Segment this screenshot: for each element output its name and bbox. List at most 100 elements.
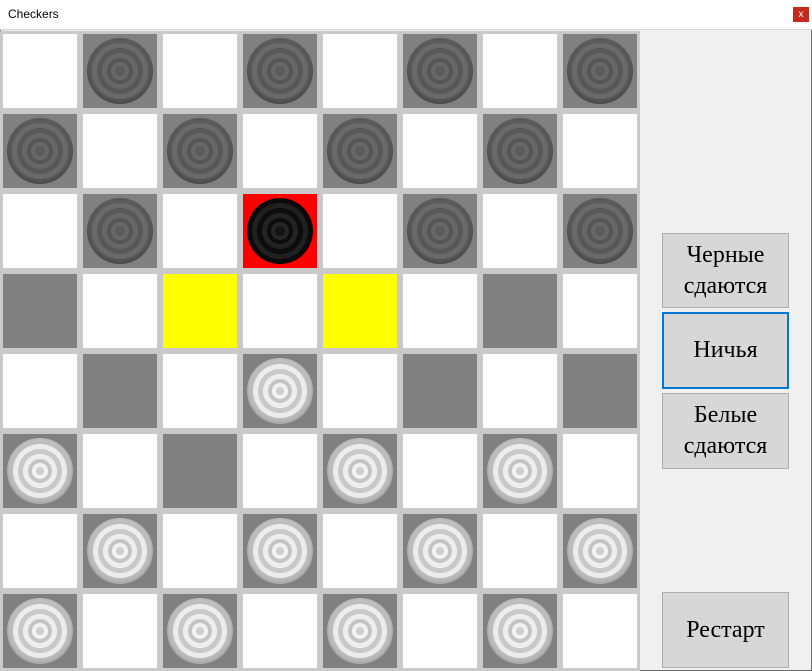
board-square-light[interactable]: [0, 191, 80, 271]
restart-button[interactable]: Рестарт: [662, 592, 789, 668]
black-checker[interactable]: [87, 38, 153, 104]
board-square-dark[interactable]: [480, 111, 560, 191]
board-square-dark[interactable]: [400, 31, 480, 111]
black-checker[interactable]: [247, 38, 313, 104]
black-surrender-button[interactable]: Черные сдаются: [662, 233, 789, 308]
board-square-light[interactable]: [160, 191, 240, 271]
board-square-dark[interactable]: [560, 511, 640, 591]
black-checker[interactable]: [327, 118, 393, 184]
board-square-light[interactable]: [160, 511, 240, 591]
board-square-dark[interactable]: [560, 31, 640, 111]
board-square-light[interactable]: [400, 431, 480, 511]
white-checker[interactable]: [487, 438, 553, 504]
black-checker-selected[interactable]: [247, 198, 313, 264]
black-checker[interactable]: [567, 38, 633, 104]
board-square-dark[interactable]: [320, 431, 400, 511]
white-checker[interactable]: [327, 598, 393, 664]
black-checker[interactable]: [167, 118, 233, 184]
board-square-dark[interactable]: [240, 351, 320, 431]
board-square-dark[interactable]: [80, 191, 160, 271]
board-square-light[interactable]: [0, 351, 80, 431]
board-square-dark[interactable]: [80, 351, 160, 431]
board-square-dark[interactable]: [240, 31, 320, 111]
white-checker[interactable]: [7, 438, 73, 504]
black-checker[interactable]: [87, 198, 153, 264]
board-square-dark[interactable]: [160, 111, 240, 191]
board-square-dark[interactable]: [0, 111, 80, 191]
board-square-light[interactable]: [560, 431, 640, 511]
draw-button[interactable]: Ничья: [662, 312, 789, 389]
board-square-dark[interactable]: [400, 191, 480, 271]
board-square-dark[interactable]: [560, 351, 640, 431]
board-square-dark[interactable]: [400, 351, 480, 431]
title-bar: Checkers x: [0, 0, 812, 30]
board-square-dark[interactable]: [80, 31, 160, 111]
board-square-light[interactable]: [560, 591, 640, 671]
board-square-light[interactable]: [400, 591, 480, 671]
black-checker[interactable]: [7, 118, 73, 184]
white-checker[interactable]: [407, 518, 473, 584]
close-button[interactable]: x: [793, 7, 809, 22]
board-square-light[interactable]: [320, 191, 400, 271]
board-square-light[interactable]: [80, 111, 160, 191]
white-checker[interactable]: [7, 598, 73, 664]
board-square-light[interactable]: [320, 511, 400, 591]
board-square-dark[interactable]: [80, 511, 160, 591]
board-square-dark[interactable]: [560, 191, 640, 271]
board-square-dark[interactable]: [480, 591, 560, 671]
board-square-dark[interactable]: [480, 271, 560, 351]
white-surrender-button[interactable]: Белые сдаются: [662, 393, 789, 469]
restart-label: Рестарт: [686, 616, 765, 643]
window-title: Checkers: [8, 7, 59, 21]
board-square-light[interactable]: [480, 31, 560, 111]
board-square-highlight[interactable]: [160, 271, 240, 351]
board-square-light[interactable]: [0, 511, 80, 591]
board-square-light[interactable]: [240, 271, 320, 351]
board-square-dark[interactable]: [0, 431, 80, 511]
white-checker[interactable]: [327, 438, 393, 504]
white-checker[interactable]: [87, 518, 153, 584]
board-square-dark[interactable]: [240, 511, 320, 591]
white-checker[interactable]: [167, 598, 233, 664]
board-square-dark[interactable]: [320, 591, 400, 671]
board-square-light[interactable]: [80, 431, 160, 511]
board-square-light[interactable]: [240, 111, 320, 191]
draw-label: Ничья: [693, 337, 758, 363]
board-square-selected[interactable]: [240, 191, 320, 271]
board-square-dark[interactable]: [320, 111, 400, 191]
black-checker[interactable]: [407, 198, 473, 264]
board-square-light[interactable]: [80, 271, 160, 351]
board-square-dark[interactable]: [480, 431, 560, 511]
white-checker[interactable]: [567, 518, 633, 584]
board-square-light[interactable]: [480, 191, 560, 271]
board-square-light[interactable]: [0, 31, 80, 111]
board-square-light[interactable]: [240, 591, 320, 671]
board-square-light[interactable]: [320, 31, 400, 111]
board-square-light[interactable]: [560, 271, 640, 351]
board-square-dark[interactable]: [400, 511, 480, 591]
white-checker[interactable]: [487, 598, 553, 664]
board-square-dark[interactable]: [0, 271, 80, 351]
board-square-light[interactable]: [320, 351, 400, 431]
board-square-light[interactable]: [480, 351, 560, 431]
board-square-light[interactable]: [400, 271, 480, 351]
board-square-dark[interactable]: [160, 591, 240, 671]
black-checker[interactable]: [567, 198, 633, 264]
black-surrender-label: Черные сдаются: [683, 241, 768, 299]
board-square-light[interactable]: [160, 31, 240, 111]
black-checker[interactable]: [487, 118, 553, 184]
board-square-light[interactable]: [80, 591, 160, 671]
white-surrender-label: Белые сдаются: [683, 402, 768, 459]
board-square-highlight[interactable]: [320, 271, 400, 351]
white-checker[interactable]: [247, 518, 313, 584]
board-square-light[interactable]: [480, 511, 560, 591]
checkers-board: [0, 31, 640, 671]
board-square-light[interactable]: [560, 111, 640, 191]
board-square-light[interactable]: [160, 351, 240, 431]
white-checker[interactable]: [247, 358, 313, 424]
board-square-dark[interactable]: [0, 591, 80, 671]
board-square-dark[interactable]: [160, 431, 240, 511]
board-square-light[interactable]: [240, 431, 320, 511]
black-checker[interactable]: [407, 38, 473, 104]
board-square-light[interactable]: [400, 111, 480, 191]
